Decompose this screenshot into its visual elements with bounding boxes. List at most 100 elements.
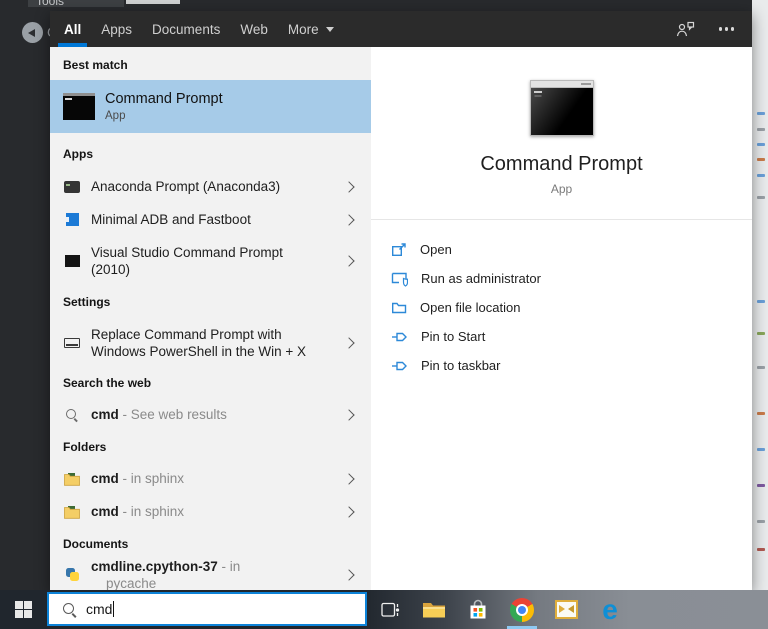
section-header-search-web: Search the web bbox=[63, 376, 152, 390]
taskbar: cmd e bbox=[0, 590, 768, 629]
task-view-icon bbox=[380, 602, 399, 617]
chevron-right-icon[interactable] bbox=[343, 180, 355, 193]
text-cursor bbox=[113, 601, 115, 617]
action-pin-to-taskbar[interactable]: Pin to taskbar bbox=[391, 351, 752, 380]
back-arrow-icon bbox=[28, 28, 35, 37]
chrome-button[interactable] bbox=[500, 590, 544, 629]
scroll-annotation bbox=[757, 174, 765, 177]
feedback-icon[interactable] bbox=[676, 21, 695, 38]
folder-outline-icon bbox=[392, 302, 407, 313]
document-name: cmdline.cpython-37 bbox=[91, 558, 218, 574]
action-run-as-administrator[interactable]: Run as administrator bbox=[391, 264, 752, 293]
search-results-list: Best match Command Prompt App Apps Anaco… bbox=[50, 47, 371, 590]
result-detail-panel: Command Prompt App Open Run as administr… bbox=[371, 47, 752, 590]
tab-more-label: More bbox=[287, 21, 319, 37]
result-vs-command-prompt[interactable]: Visual Studio Command Prompt (2010) bbox=[50, 236, 371, 286]
store-button[interactable] bbox=[456, 590, 500, 629]
chevron-right-icon[interactable] bbox=[343, 337, 355, 349]
action-open-file-location[interactable]: Open file location bbox=[391, 293, 752, 322]
result-document-cmdline[interactable]: cmdline.cpython-37 - in __pycache__ bbox=[50, 559, 371, 590]
chevron-right-icon[interactable] bbox=[343, 568, 355, 581]
best-match-subtitle: App bbox=[105, 110, 126, 122]
pin-icon bbox=[392, 332, 407, 341]
result-label: Minimal ADB and Fastboot bbox=[91, 212, 251, 227]
windows-logo-icon bbox=[14, 600, 33, 619]
scroll-annotation bbox=[757, 128, 765, 131]
chevron-right-icon[interactable] bbox=[343, 505, 355, 518]
more-options-icon[interactable] bbox=[718, 27, 722, 31]
folder-name: cmd bbox=[91, 504, 119, 519]
section-header-settings: Settings bbox=[63, 295, 111, 309]
result-label: cmdline.cpython-37 - in __pycache__ bbox=[91, 558, 323, 591]
store-icon bbox=[470, 599, 486, 618]
result-label: cmd - in sphinx bbox=[91, 470, 184, 487]
folder-name: cmd bbox=[91, 471, 119, 486]
result-folder-cmd-2[interactable]: cmd - in sphinx bbox=[50, 495, 371, 528]
chevron-right-icon[interactable] bbox=[343, 213, 355, 226]
start-button[interactable] bbox=[0, 590, 47, 629]
chevron-right-icon[interactable] bbox=[343, 408, 355, 421]
search-icon bbox=[65, 408, 79, 422]
action-label: Open file location bbox=[420, 300, 521, 315]
back-button[interactable] bbox=[22, 22, 43, 43]
action-open[interactable]: Open bbox=[391, 235, 752, 264]
detail-subtitle: App bbox=[550, 182, 573, 196]
tab-web-label: Web bbox=[240, 21, 268, 37]
edge-button[interactable]: e bbox=[588, 590, 632, 629]
scroll-annotation bbox=[757, 196, 765, 199]
tab-apps[interactable]: Apps bbox=[91, 11, 142, 47]
action-pin-to-start[interactable]: Pin to Start bbox=[391, 322, 752, 351]
section-header-apps: Apps bbox=[63, 147, 93, 161]
command-prompt-icon bbox=[63, 93, 95, 120]
tab-all[interactable]: All bbox=[54, 11, 91, 47]
result-minimal-adb[interactable]: Minimal ADB and Fastboot bbox=[50, 203, 371, 236]
background-tools-label: Tools bbox=[36, 0, 65, 7]
result-label: cmd - See web results bbox=[91, 406, 227, 423]
scroll-annotation bbox=[757, 143, 765, 146]
search-flyout: All Apps Documents Web More Best match C… bbox=[50, 11, 752, 590]
result-web-search[interactable]: cmd - See web results bbox=[50, 398, 371, 431]
adb-icon bbox=[65, 213, 79, 226]
scroll-annotation bbox=[757, 448, 765, 451]
file-explorer-icon bbox=[423, 602, 445, 617]
chevron-down-icon bbox=[325, 26, 334, 32]
background-tools-tab: Tools bbox=[28, 0, 124, 7]
folder-icon bbox=[64, 505, 80, 519]
action-label: Run as administrator bbox=[421, 271, 541, 286]
chrome-icon bbox=[510, 597, 534, 622]
desktop-screen: Tools Co All Apps Documents Web More bbox=[0, 0, 768, 629]
file-explorer-button[interactable] bbox=[412, 590, 456, 629]
best-match-title: Command Prompt bbox=[105, 91, 223, 107]
photos-app-button[interactable] bbox=[544, 590, 588, 629]
search-icon bbox=[62, 602, 77, 617]
scroll-annotation bbox=[757, 158, 765, 161]
tab-apps-label: Apps bbox=[101, 21, 133, 37]
section-header-folders: Folders bbox=[63, 440, 107, 454]
scroll-annotation bbox=[757, 300, 765, 303]
result-label: cmd - in sphinx bbox=[91, 503, 184, 520]
result-folder-cmd-1[interactable]: cmd - in sphinx bbox=[50, 462, 371, 495]
result-label: Visual Studio Command Prompt (2010) bbox=[91, 245, 283, 277]
taskbar-search-input[interactable]: cmd bbox=[47, 592, 367, 626]
tab-web[interactable]: Web bbox=[230, 11, 278, 47]
anaconda-prompt-icon bbox=[64, 180, 80, 193]
web-query: cmd bbox=[91, 407, 119, 422]
result-anaconda-prompt[interactable]: Anaconda Prompt (Anaconda3) bbox=[50, 170, 371, 203]
folder-detail: - in sphinx bbox=[122, 471, 185, 486]
folder-icon bbox=[64, 472, 80, 486]
task-view-button[interactable] bbox=[368, 590, 412, 629]
web-detail: - See web results bbox=[122, 407, 227, 422]
background-scrollbar-strip bbox=[752, 0, 768, 590]
pin-icon bbox=[392, 361, 407, 370]
tab-documents[interactable]: Documents bbox=[142, 11, 230, 47]
search-query-text: cmd bbox=[86, 601, 113, 617]
result-replace-cmd-setting[interactable]: Replace Command Prompt with Windows Powe… bbox=[50, 318, 371, 368]
chevron-right-icon[interactable] bbox=[343, 255, 355, 267]
scroll-annotation bbox=[757, 412, 765, 415]
photos-app-icon bbox=[554, 600, 578, 619]
search-filter-tabs: All Apps Documents Web More bbox=[50, 11, 752, 47]
tab-more[interactable]: More bbox=[278, 11, 344, 47]
result-label: Anaconda Prompt (Anaconda3) bbox=[91, 179, 281, 194]
best-match-result[interactable]: Command Prompt App bbox=[50, 80, 371, 133]
chevron-right-icon[interactable] bbox=[343, 472, 355, 485]
